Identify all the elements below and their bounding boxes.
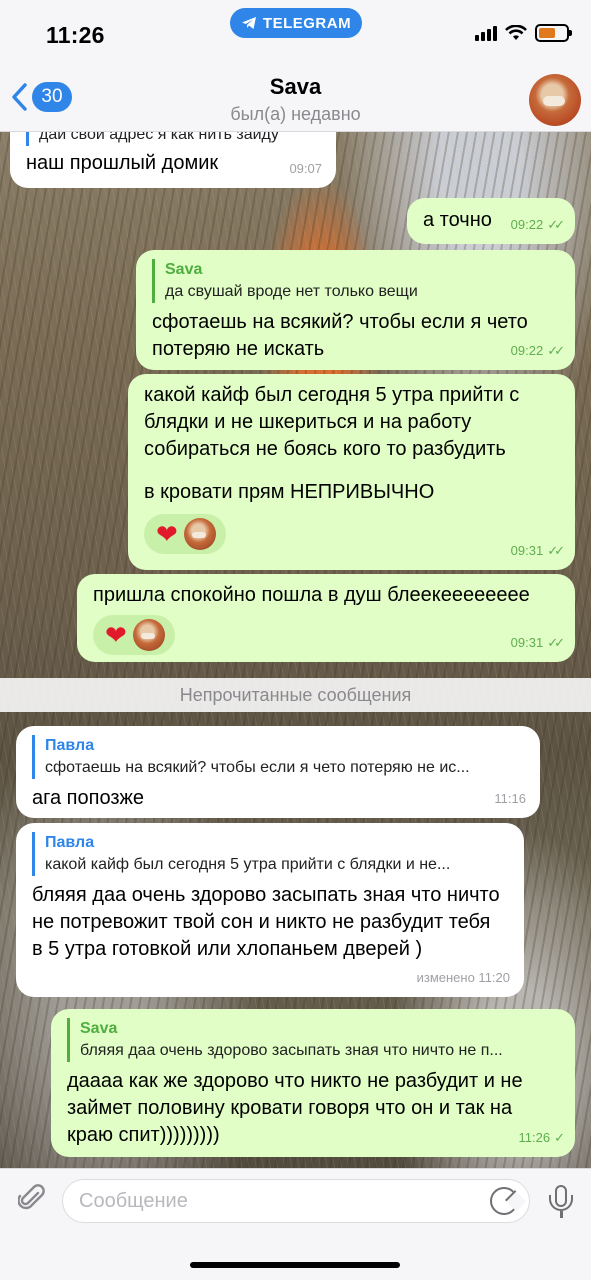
telegram-pill[interactable]: TELEGRAM	[230, 8, 362, 38]
message-outgoing[interactable]: какой кайф был сегодня 5 утра прийти с б…	[128, 374, 575, 570]
reply-author: Павла	[45, 834, 95, 851]
heart-icon: ❤	[156, 519, 178, 549]
message-meta: 11:16	[494, 785, 526, 812]
home-indicator[interactable]	[190, 1262, 400, 1268]
reply-author: Павла	[45, 737, 95, 754]
chat-title[interactable]: Sava	[0, 74, 591, 100]
contact-avatar[interactable]	[529, 74, 581, 126]
message-outgoing[interactable]: Sava бляяя даа очень здорово засыпать зн…	[51, 1009, 575, 1157]
reply-preview[interactable]: Павла сфотаешь на всякий? чтобы если я ч…	[32, 735, 526, 779]
status-icons	[475, 24, 572, 42]
message-outgoing[interactable]: а точно 09:22 ✓✓	[407, 198, 575, 244]
chat-header: 11:26 TELEGRAM 30 Sava был(а) недавно	[0, 0, 591, 132]
message-text: даааа как же здорово что никто не разбуд…	[67, 1070, 523, 1146]
message-time: 11:26	[518, 1130, 551, 1145]
reply-author: Sava	[165, 261, 203, 278]
reply-preview[interactable]: Sava бляяя даа очень здорово засыпать зн…	[67, 1018, 561, 1062]
message-meta: 09:31 ✓✓	[510, 537, 565, 564]
message-text: бляяя даа очень здорово засыпать зная чт…	[32, 884, 500, 960]
read-checks-icon: ✓✓	[547, 217, 565, 232]
attach-button[interactable]	[14, 1181, 50, 1217]
sent-check-icon: ✓	[554, 1130, 565, 1145]
message-meta: 09:22 ✓✓	[510, 211, 565, 238]
message-time: 09:22	[510, 343, 544, 358]
reactor-avatar	[183, 518, 216, 550]
message-meta: 11:26 ✓	[518, 1124, 565, 1151]
read-checks-icon: ✓✓	[547, 635, 565, 650]
message-time: 09:22	[510, 217, 544, 232]
battery-icon	[535, 24, 572, 42]
unread-messages-divider: Непрочитанные сообщения	[0, 678, 591, 712]
message-text-second-paragraph: в кровати прям НЕПРИВЫЧНО	[144, 481, 435, 503]
heart-icon: ❤	[105, 620, 127, 650]
message-outgoing[interactable]: пришла спокойно пошла в душ блеекеееееее…	[77, 574, 575, 662]
reply-preview[interactable]: Павла какой кайф был сегодня 5 утра прий…	[32, 832, 510, 876]
message-incoming[interactable]: Павла какой кайф был сегодня 5 утра прий…	[16, 823, 524, 997]
message-input[interactable]	[62, 1179, 530, 1223]
message-time: 09:07	[289, 161, 322, 176]
last-seen-status: был(а) недавно	[230, 104, 361, 124]
read-checks-icon: ✓✓	[547, 343, 565, 358]
signal-icon	[475, 25, 497, 41]
reactor-avatar	[132, 619, 165, 651]
message-meta: 09:07	[289, 155, 322, 182]
message-text: сфотаешь на всякий? чтобы если я чето по…	[152, 311, 528, 360]
sticker-icon[interactable]	[490, 1187, 518, 1215]
reaction-chip[interactable]: ❤	[144, 514, 226, 554]
message-time: 09:31	[510, 543, 544, 558]
message-text: какой кайф был сегодня 5 утра прийти с б…	[144, 384, 520, 460]
message-meta: изменено 11:20	[417, 964, 510, 991]
reply-text: да свушай вроде нет только вещи	[165, 283, 418, 300]
reply-author: Sava	[80, 1020, 118, 1037]
message-meta: 09:31 ✓✓	[510, 629, 565, 656]
message-text: пришла спокойно пошла в душ блеекеееееее…	[93, 584, 530, 606]
message-incoming[interactable]: Павла сфотаешь на всякий? чтобы если я ч…	[16, 726, 540, 818]
reply-text: сфотаешь на всякий? чтобы если я чето по…	[45, 759, 470, 776]
message-time: 09:31	[510, 635, 544, 650]
message-time: изменено 11:20	[416, 970, 510, 985]
reaction-chip[interactable]: ❤	[93, 615, 175, 655]
reply-text: бляяя даа очень здорово засыпать зная чт…	[80, 1042, 503, 1059]
telegram-pill-label: TELEGRAM	[262, 14, 352, 32]
telegram-icon	[241, 17, 256, 29]
paperclip-icon	[18, 1184, 45, 1210]
reply-text: какой кайф был сегодня 5 утра прийти с б…	[45, 856, 451, 873]
message-meta: 09:22 ✓✓	[510, 337, 565, 364]
message-text: наш прошлый домик	[26, 152, 219, 174]
reply-preview[interactable]: Sava да свушай вроде нет только вещи	[152, 259, 561, 303]
wifi-icon	[505, 25, 527, 40]
message-text: ага попозже	[32, 787, 145, 809]
status-time: 11:26	[46, 22, 105, 48]
message-outgoing[interactable]: Sava да свушай вроде нет только вещи сфо…	[136, 250, 575, 370]
read-checks-icon: ✓✓	[547, 543, 565, 558]
microphone-button[interactable]	[546, 1183, 576, 1219]
message-time: 11:16	[494, 791, 526, 806]
